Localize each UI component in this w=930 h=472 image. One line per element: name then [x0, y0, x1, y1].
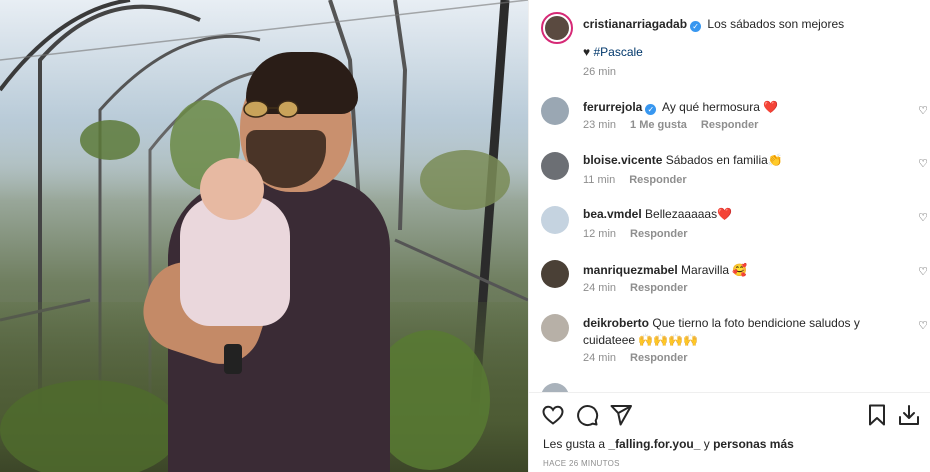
watch [224, 344, 242, 374]
like-comment-heart-icon[interactable]: ♡ [917, 266, 929, 278]
comment-likes-count[interactable]: 1 Me gusta [630, 119, 687, 131]
caption-row: cristianarriagadab ✓ Los sábados son mejo… [541, 12, 930, 82]
comment-row: manriquezmabel Maravilla 🥰 24 min Respond… [541, 260, 930, 300]
comment-username[interactable]: deikroberto [583, 316, 649, 330]
caption-time: 26 min [583, 66, 617, 78]
comment-username[interactable]: bloise.vicente [583, 153, 662, 167]
comment-row: bloise.vicente Sábados en familia👏 11 mi… [541, 152, 930, 192]
likes-others-link[interactable]: personas más [713, 437, 794, 451]
comment-time: 12 min [583, 228, 617, 240]
sunglasses [243, 100, 299, 118]
comment-text: Sábados en familia👏 [665, 153, 783, 167]
comment-username[interactable]: ferurrejola [583, 100, 642, 114]
comment-text: Maravilla 🥰 [681, 263, 748, 277]
reply-button[interactable]: Responder [630, 228, 687, 240]
avatar[interactable] [541, 314, 569, 342]
reply-button[interactable]: Responder [701, 119, 758, 131]
like-comment-heart-icon[interactable]: ♡ [917, 158, 929, 170]
comment-time: 24 min [583, 352, 617, 364]
likes-summary: Les gusta a _falling.for.you_ y personas… [543, 437, 794, 451]
comments-list[interactable]: cristianarriagadab ✓ Los sábados son mejo… [529, 0, 930, 392]
comment-username[interactable]: manriquezmabel [583, 263, 678, 277]
like-comment-heart-icon[interactable]: ♡ [917, 212, 929, 224]
reply-button[interactable]: Responder [630, 352, 687, 364]
heart-icon[interactable] [541, 403, 565, 427]
comment-time: 24 min [583, 282, 617, 294]
author-avatar[interactable] [541, 12, 573, 44]
heart-emoji: ♥ [583, 45, 591, 59]
caption-text: Los sábados son mejores [707, 17, 845, 31]
post-side-panel: cristianarriagadab ✓ Los sábados son mejo… [528, 0, 930, 472]
like-comment-heart-icon[interactable]: ♡ [917, 320, 929, 332]
comment-time: 23 min [583, 119, 617, 131]
download-icon[interactable] [897, 403, 921, 427]
post-actions: Les gusta a _falling.for.you_ y personas… [529, 392, 930, 472]
avatar[interactable] [541, 97, 569, 125]
avatar[interactable] [541, 260, 569, 288]
post-timestamp: HACE 26 MINUTOS [543, 459, 620, 468]
liker-username[interactable]: _falling.for.you_ [608, 437, 700, 451]
reply-button[interactable]: Responder [629, 174, 686, 186]
hashtag-link[interactable]: #Pascale [593, 45, 642, 59]
comment-text: Bellezaaaaas❤️ [645, 207, 733, 221]
post-photo[interactable] [0, 0, 528, 472]
like-comment-heart-icon[interactable]: ♡ [917, 105, 929, 117]
save-icon[interactable] [865, 403, 889, 427]
comment-row: ferurrejola ✓ Ay qué hermosura ❤️ 23 min 1… [541, 97, 930, 137]
author-username[interactable]: cristianarriagadab [583, 17, 687, 31]
comment-row: deikroberto Que tierno la foto bendicion… [541, 314, 930, 372]
comment-text: Ay qué hermosura ❤️ [662, 100, 779, 114]
share-icon[interactable] [609, 403, 633, 427]
comment-row-partial [541, 383, 930, 392]
comment-icon[interactable] [575, 403, 599, 427]
comment-row: bea.vmdel Bellezaaaaas❤️ 12 min Responder… [541, 206, 930, 246]
comment-time: 11 min [583, 174, 616, 186]
verified-icon: ✓ [645, 104, 657, 115]
avatar[interactable] [541, 152, 569, 180]
verified-icon: ✓ [690, 21, 702, 32]
avatar[interactable] [541, 383, 569, 392]
reply-button[interactable]: Responder [630, 282, 687, 294]
comment-username[interactable]: bea.vmdel [583, 207, 642, 221]
avatar[interactable] [541, 206, 569, 234]
instagram-post: cristianarriagadab ✓ Los sábados son mejo… [0, 0, 930, 472]
